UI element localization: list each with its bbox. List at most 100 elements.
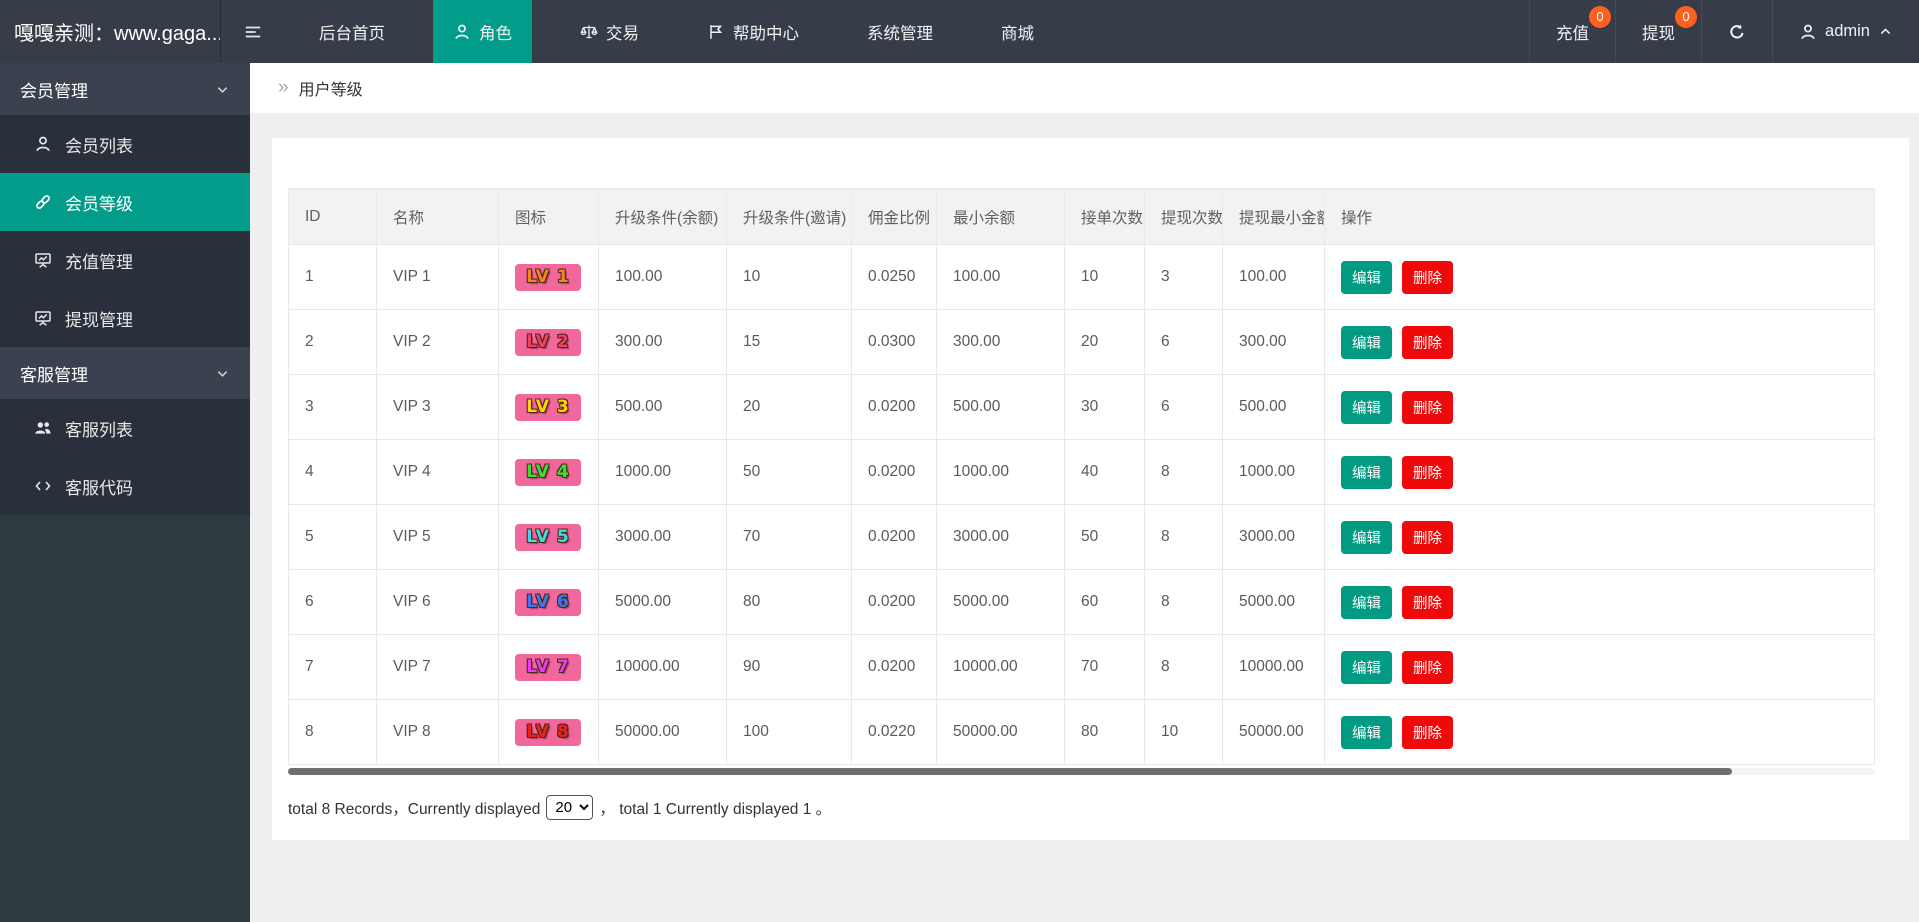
withdraw-badge: 0	[1675, 6, 1698, 28]
cell-upgrade-balance: 10000.00	[598, 634, 727, 700]
chevron-up-icon	[1880, 28, 1891, 35]
edit-button[interactable]: 编辑	[1341, 715, 1392, 749]
edit-button[interactable]: 编辑	[1341, 650, 1392, 684]
delete-button[interactable]: 删除	[1402, 585, 1453, 619]
sidebar-item-member-level[interactable]: 会员等级	[0, 173, 250, 231]
nav-item-dashboard[interactable]: 后台首页	[299, 0, 405, 63]
cell-id: 2	[288, 309, 377, 375]
refresh-button[interactable]	[1701, 0, 1772, 63]
level-badge: LV 3	[515, 393, 581, 421]
cell-icon: LV 1	[498, 244, 599, 310]
cell-id: 1	[288, 244, 377, 310]
delete-button[interactable]: 删除	[1402, 390, 1453, 424]
cell-min-withdrawal: 3000.00	[1222, 504, 1325, 570]
sidebar-item-label: 提现管理	[65, 310, 133, 330]
cell-order-count: 70	[1064, 634, 1145, 700]
sidebar-item-service-list[interactable]: 客服列表	[0, 399, 250, 457]
table-row: 7 VIP 7 LV 7 10000.00 90 0.0200 10000.00…	[288, 634, 1875, 700]
cell-order-count: 20	[1064, 309, 1145, 375]
cell-icon: LV 8	[498, 699, 599, 765]
cell-min-balance: 500.00	[936, 374, 1065, 440]
cell-actions: 编辑 删除	[1324, 374, 1875, 440]
cell-min-withdrawal: 300.00	[1222, 309, 1325, 375]
main-content: » 用户等级 ID 名称 图标 升级条件(余额) 升级条件(邀请) 佣金比例 最…	[250, 63, 1919, 922]
breadcrumb-separator: »	[278, 77, 289, 98]
user-menu[interactable]: admin	[1772, 0, 1919, 63]
cell-id: 4	[288, 439, 377, 505]
sidebar-item-service-code[interactable]: 客服代码	[0, 457, 250, 515]
cell-withdraw-count: 8	[1144, 569, 1223, 635]
nav-item-roles[interactable]: 角色	[433, 0, 532, 63]
nav-item-label: 商城	[1001, 24, 1034, 43]
level-badge: LV 8	[515, 718, 581, 746]
withdraw-button[interactable]: 提现 0	[1615, 0, 1701, 63]
cell-icon: LV 5	[498, 504, 599, 570]
nav-item-help-center[interactable]: 帮助中心	[687, 0, 819, 63]
cell-commission-rate: 0.0220	[851, 699, 937, 765]
withdraw-label: 提现	[1642, 24, 1676, 43]
sidebar-item-member-list[interactable]: 会员列表	[0, 115, 250, 173]
cell-withdraw-count: 3	[1144, 244, 1223, 310]
menu-toggle-button[interactable]	[220, 0, 285, 63]
edit-button[interactable]: 编辑	[1341, 390, 1392, 424]
people-icon	[35, 422, 51, 434]
cell-order-count: 50	[1064, 504, 1145, 570]
cell-actions: 编辑 删除	[1324, 439, 1875, 505]
delete-button[interactable]: 删除	[1402, 520, 1453, 554]
sidebar-item-label: 充值管理	[65, 252, 133, 272]
level-badge: LV 6	[515, 588, 581, 616]
edit-button[interactable]: 编辑	[1341, 260, 1392, 294]
recharge-badge: 0	[1589, 6, 1612, 28]
cell-name: VIP 8	[376, 699, 499, 765]
cell-min-withdrawal: 500.00	[1222, 374, 1325, 440]
cell-min-balance: 100.00	[936, 244, 1065, 310]
brand-title: 嘎嘎亲测：www.gaga...	[14, 23, 220, 45]
table-row: 2 VIP 2 LV 2 300.00 15 0.0300 300.00 20 …	[288, 309, 1875, 375]
page-size-select[interactable]: 20	[546, 795, 594, 820]
cell-name: VIP 7	[376, 634, 499, 700]
col-upgrade-balance: 升级条件(余额)	[598, 188, 727, 245]
cell-actions: 编辑 删除	[1324, 504, 1875, 570]
sidebar-group-member-management[interactable]: 会员管理	[0, 63, 250, 115]
sidebar-group-service-management[interactable]: 客服管理	[0, 347, 250, 399]
scrollbar-thumb[interactable]	[288, 768, 1733, 775]
cell-withdraw-count: 10	[1144, 699, 1223, 765]
delete-button[interactable]: 删除	[1402, 715, 1453, 749]
delete-button[interactable]: 删除	[1402, 325, 1453, 359]
nav-item-trade[interactable]: 交易	[560, 0, 659, 63]
delete-button[interactable]: 删除	[1402, 650, 1453, 684]
nav-item-system[interactable]: 系统管理	[847, 0, 953, 63]
flag-icon	[710, 24, 723, 39]
col-actions: 操作	[1324, 188, 1875, 245]
page-title: 用户等级	[298, 82, 363, 99]
cell-commission-rate: 0.0300	[851, 309, 937, 375]
cell-actions: 编辑 删除	[1324, 569, 1875, 635]
col-withdraw-count: 提现次数	[1144, 188, 1223, 245]
nav-item-label: 后台首页	[319, 24, 385, 43]
cell-withdraw-count: 6	[1144, 309, 1223, 375]
cell-min-balance: 10000.00	[936, 634, 1065, 700]
cell-upgrade-invite: 10	[726, 244, 852, 310]
cell-upgrade-invite: 50	[726, 439, 852, 505]
sidebar-item-recharge-management[interactable]: 充值管理	[0, 231, 250, 289]
delete-button[interactable]: 删除	[1402, 455, 1453, 489]
nav-item-shop[interactable]: 商城	[981, 0, 1054, 63]
cell-min-withdrawal: 1000.00	[1222, 439, 1325, 505]
cell-withdraw-count: 8	[1144, 439, 1223, 505]
sidebar-item-withdraw-management[interactable]: 提现管理	[0, 289, 250, 347]
sidebar-group-label: 客服管理	[20, 365, 88, 385]
edit-button[interactable]: 编辑	[1341, 585, 1392, 619]
edit-button[interactable]: 编辑	[1341, 455, 1392, 489]
delete-button[interactable]: 删除	[1402, 260, 1453, 294]
cell-icon: LV 3	[498, 374, 599, 440]
cell-commission-rate: 0.0200	[851, 634, 937, 700]
levels-table: ID 名称 图标 升级条件(余额) 升级条件(邀请) 佣金比例 最小余额 接单次…	[288, 188, 1875, 765]
board-icon	[35, 311, 51, 326]
edit-button[interactable]: 编辑	[1341, 520, 1392, 554]
cell-id: 7	[288, 634, 377, 700]
recharge-button[interactable]: 充值 0	[1529, 0, 1615, 63]
cell-min-balance: 1000.00	[936, 439, 1065, 505]
recharge-label: 充值	[1556, 24, 1590, 43]
edit-button[interactable]: 编辑	[1341, 325, 1392, 359]
sidebar-item-label: 会员等级	[65, 194, 133, 214]
